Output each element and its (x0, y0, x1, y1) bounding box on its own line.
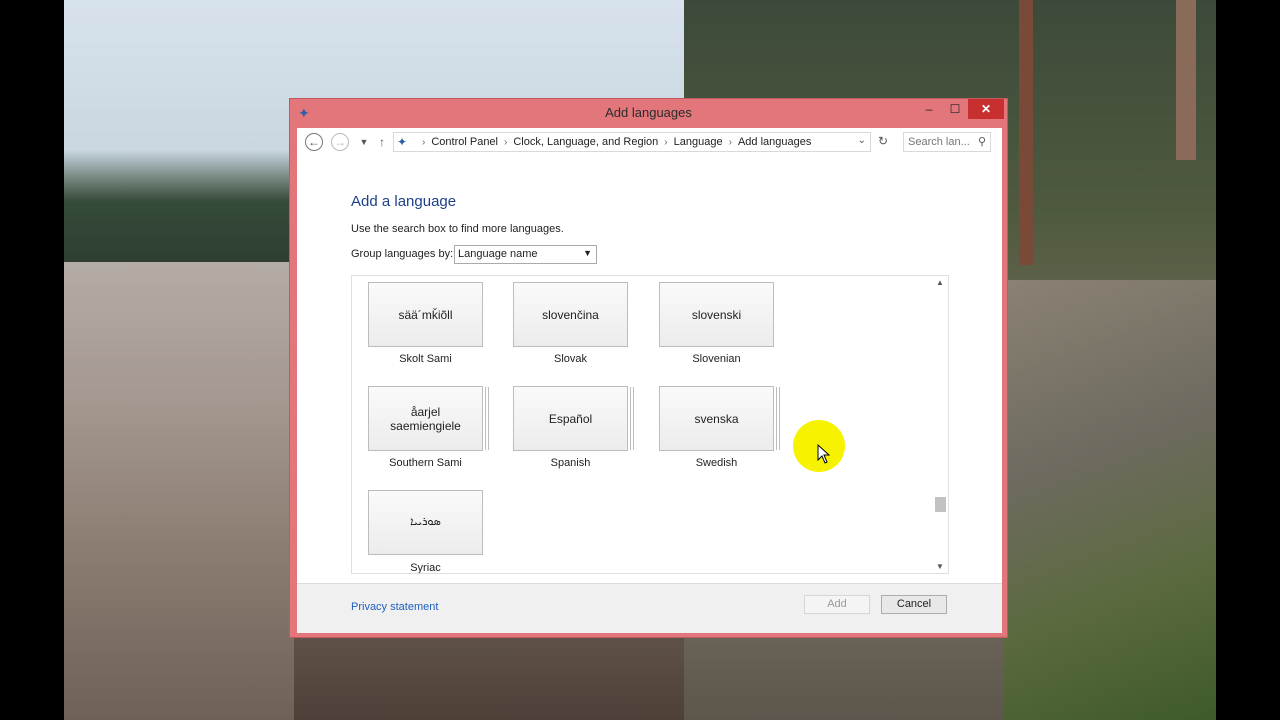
recent-locations-icon[interactable]: ▼ (355, 133, 373, 151)
letterbox-left (0, 0, 64, 720)
chevron-right-icon[interactable]: › (664, 137, 667, 148)
language-name: Slovak (553, 353, 588, 365)
add-languages-window: ✦ Add languages ‒ ☐ ✕ ← → ▼ ↑ ✦ › Control… (289, 98, 1008, 638)
page-title: Add a language (351, 193, 457, 210)
vertical-scrollbar[interactable]: ▲ ▼ (932, 276, 948, 573)
language-name: Spanish (550, 457, 591, 469)
navigation-bar: ← → ▼ ↑ ✦ › Control Panel › Clock, Language… (297, 128, 1002, 156)
breadcrumb-item[interactable]: Clock, Language, and Region (513, 136, 658, 148)
search-box[interactable]: ⚲ (903, 132, 991, 152)
chevron-down-icon[interactable]: ⌄ (858, 135, 866, 146)
language-list: sää´mǩiõll Skolt Sami slovenčina Slovak … (351, 275, 949, 574)
lake (64, 262, 294, 720)
dialog-footer: Privacy statement Add Cancel (297, 583, 1002, 633)
back-arrow-icon[interactable]: ← (305, 133, 323, 151)
language-tile-spanish[interactable]: Español (513, 386, 628, 451)
language-tile-slovak[interactable]: slovenčina (513, 282, 628, 347)
language-native-name: åarjel saemiengiele (390, 404, 461, 433)
group-by-label: Group languages by: (351, 248, 454, 260)
language-name: Southern Sami (389, 457, 462, 469)
close-button[interactable]: ✕ (968, 99, 1004, 119)
address-bar[interactable]: ✦ › Control Panel › Clock, Language, and Re… (393, 132, 871, 152)
language-native-name: slovenčina (542, 307, 599, 322)
breadcrumb: › Control Panel › Clock, Language, and Regi… (416, 136, 811, 148)
language-name: Swedish (695, 457, 738, 469)
language-name: Skolt Sami (399, 353, 452, 365)
language-tile-southern-sami[interactable]: åarjel saemiengiele (368, 386, 483, 451)
search-input[interactable] (908, 136, 974, 148)
minimize-button[interactable]: ‒ (916, 99, 942, 119)
language-name: Slovenian (692, 353, 741, 365)
search-icon[interactable]: ⚲ (978, 135, 986, 148)
scroll-down-icon[interactable]: ▼ (932, 562, 948, 571)
language-tile-syriac[interactable]: ܣܘܪܝܝܐ (368, 490, 483, 555)
language-native-name: slovenski (691, 307, 742, 322)
refresh-icon[interactable]: ↻ (875, 134, 891, 148)
language-tile-slovenian[interactable]: slovenski (659, 282, 774, 347)
tree-line (64, 150, 294, 265)
language-name: Syriac (410, 562, 441, 574)
forward-arrow-icon[interactable]: → (331, 133, 349, 151)
add-button[interactable]: Add (804, 595, 870, 614)
rock-outcrop (1004, 280, 1216, 720)
instructions-text: Use the search box to find more language… (351, 223, 564, 235)
cancel-button[interactable]: Cancel (881, 595, 947, 614)
mouse-pointer-icon (817, 444, 831, 464)
group-by-value: Language name (458, 248, 538, 260)
chevron-right-icon: › (422, 137, 426, 148)
language-native-name: sää´mǩiõll (398, 307, 453, 322)
breadcrumb-item[interactable]: Add languages (738, 136, 811, 148)
language-tile-skolt-sami[interactable]: sää´mǩiõll (368, 282, 483, 347)
tree-trunk (1176, 0, 1196, 160)
tree-trunk (1019, 0, 1033, 265)
group-by-dropdown[interactable]: Language name ▼ (454, 245, 597, 264)
scroll-up-icon[interactable]: ▲ (932, 278, 948, 287)
language-native-name: Español (548, 411, 593, 426)
language-tile-swedish[interactable]: svenska (659, 386, 774, 451)
privacy-statement-link[interactable]: Privacy statement (351, 601, 438, 613)
breadcrumb-item[interactable]: Language (674, 136, 723, 148)
chevron-down-icon: ▼ (583, 248, 592, 258)
up-arrow-icon[interactable]: ↑ (373, 133, 391, 151)
title-bar[interactable]: ✦ Add languages ‒ ☐ ✕ (290, 99, 1007, 127)
letterbox-right (1216, 0, 1280, 720)
breadcrumb-item[interactable]: Control Panel (431, 136, 498, 148)
chevron-right-icon[interactable]: › (504, 137, 507, 148)
language-native-name: ܣܘܪܝܝܐ (410, 516, 441, 528)
scrollbar-thumb[interactable] (935, 497, 946, 512)
language-native-name: svenska (694, 411, 739, 426)
window-content: ← → ▼ ↑ ✦ › Control Panel › Clock, Language… (297, 128, 1002, 633)
window-title: Add languages (605, 105, 692, 120)
maximize-button[interactable]: ☐ (942, 99, 968, 119)
chevron-right-icon[interactable]: › (729, 137, 732, 148)
control-panel-icon: ✦ (397, 135, 408, 149)
